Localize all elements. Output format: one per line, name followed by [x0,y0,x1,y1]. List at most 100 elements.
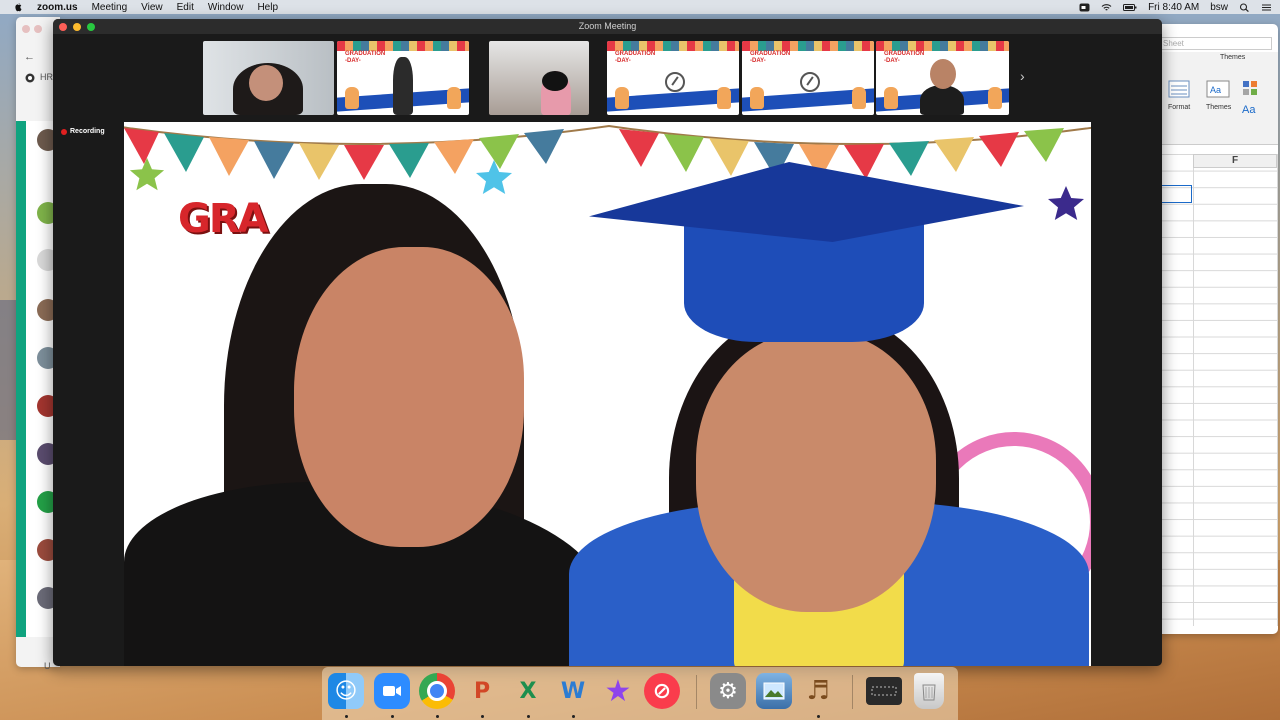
running-indicator [527,715,530,718]
running-indicator [391,715,394,718]
menu-user[interactable]: bsw [1210,2,1228,13]
spreadsheet-grid[interactable] [1150,154,1278,626]
fullscreen-window-button[interactable] [87,23,95,31]
dock-separator [852,675,853,709]
participant-thumbnail[interactable] [489,41,589,115]
wifi-icon[interactable] [1101,3,1112,12]
zoom-meeting-window[interactable]: Zoom Meeting GRADUATION -DAY- GRADUATION -… [53,19,1162,666]
menu-view[interactable]: View [141,2,163,13]
theme-fonts-icon[interactable]: Aa [1242,102,1262,116]
zoom-status-icon[interactable] [1079,3,1090,12]
cartoon-kid-left [345,87,359,109]
browser-tab-text[interactable]: HR [40,72,53,82]
running-indicator [817,715,820,718]
running-indicator [572,715,575,718]
thumbnail-banner-text: GRADUATION -DAY- [750,51,791,64]
participant-thumbnail[interactable]: GRADUATION -DAY- [607,41,739,115]
sidebar-green-strip [16,121,26,637]
close-window-button[interactable] [59,23,67,31]
woman-face [294,247,524,547]
finder-icon[interactable]: ☺ [328,673,364,709]
muted-camera-icon [665,72,685,92]
participant-ears [542,71,568,91]
thumbnail-bunting [337,41,469,51]
word-icon[interactable]: W [555,673,591,709]
selected-cell[interactable] [1158,185,1192,203]
thumbnail-banner-text: GRADUATION -DAY- [884,51,925,64]
window-title: Zoom Meeting [578,21,637,31]
participant-thumbnail[interactable]: GRADUATION -DAY- [337,41,469,115]
powerpoint-icon[interactable]: P [464,673,500,709]
excel-search-input[interactable]: Sheet [1158,37,1272,50]
participant-thumbnail[interactable]: GRADUATION -DAY- [876,41,1009,115]
cartoon-kid-left [615,87,629,109]
participant-figure [393,57,413,115]
chrome-icon[interactable] [419,673,455,709]
menu-edit[interactable]: Edit [177,2,194,13]
running-indicator [436,715,439,718]
menu-meeting[interactable]: Meeting [92,2,128,13]
recording-indicator[interactable]: Recording [61,128,105,135]
next-page-chevron-icon[interactable]: › [1020,69,1030,83]
muted-camera-icon [800,72,820,92]
menu-window[interactable]: Window [208,2,244,13]
thumbnail-banner-text: GRADUATION -DAY- [345,51,386,64]
column-header-f[interactable]: F [1193,154,1277,168]
excel-icon[interactable]: X [510,673,546,709]
theme-colors-icon[interactable] [1242,80,1262,96]
cartoon-kid-left [884,87,898,109]
star-decoration-icon [476,160,512,194]
format-button-label[interactable]: Format [1168,104,1190,111]
format-icon[interactable] [1168,80,1190,98]
themes-icon[interactable]: Aa [1206,80,1230,98]
thumbnail-banner-text: GRADUATION -DAY- [615,51,656,64]
child-face [696,332,936,612]
preview-icon[interactable] [756,673,792,709]
menu-bar: zoom.us Meeting View Edit Window Help Fr… [0,0,1280,14]
participant-face [249,65,283,101]
control-center-icon[interactable] [1261,3,1272,12]
chrome-favicon-icon [25,73,35,83]
running-indicator [481,715,484,718]
thumbnail-bunting [742,41,874,51]
star-decoration-icon [1048,186,1084,220]
screenshot-icon[interactable] [866,677,902,705]
background-excel-window[interactable]: Sheet Themes Format Aa Themes Aa F [1150,24,1278,634]
menu-help[interactable]: Help [257,2,278,13]
cartoon-kid-right [988,87,1002,109]
thumbnail-bunting [607,41,739,51]
apple-icon[interactable] [12,1,24,13]
recording-dot-icon [61,128,67,135]
browser-minimize-dot[interactable] [34,25,42,33]
back-arrow-icon[interactable]: ← [24,51,35,63]
zoom-icon[interactable] [374,673,410,709]
menu-app-name[interactable]: zoom.us [37,2,78,13]
cartoon-kid-right [852,87,866,109]
participant-thumbnail[interactable] [203,41,334,115]
running-indicator [345,715,348,718]
graduation-banner-text: GRA [178,196,269,242]
excel-ribbon: Themes Format Aa Themes Aa [1150,52,1278,145]
system-preferences-icon[interactable]: ⚙ [710,673,746,709]
participant-thumbnail[interactable]: GRADUATION -DAY- [742,41,874,115]
themes-group-label: Themes [1220,54,1246,61]
news-icon[interactable]: ⊘ [644,673,680,709]
themes-button-label[interactable]: Themes [1206,104,1231,111]
spotlight-search-icon[interactable] [1239,2,1250,12]
active-speaker-video[interactable]: GRA [124,122,1091,666]
browser-close-dot[interactable] [22,25,30,33]
battery-icon[interactable] [1123,3,1137,12]
imovie-icon[interactable]: ★ [600,673,636,709]
participant-face [930,59,956,89]
trash-icon[interactable] [914,673,944,709]
garageband-icon[interactable]: ♬ [800,673,836,709]
svg-text:Aa: Aa [1242,104,1256,116]
menu-clock[interactable]: Fri 8:40 AM [1148,2,1199,13]
cartoon-kid-left [750,87,764,109]
recording-label: Recording [70,128,105,135]
zoom-titlebar[interactable]: Zoom Meeting [53,19,1162,34]
dock: ☺ P X W ★ ⊘ ⚙ ♬ [322,667,958,720]
cartoon-kid-right [447,87,461,109]
minimize-window-button[interactable] [73,23,81,31]
thumbnail-bunting [876,41,1009,51]
